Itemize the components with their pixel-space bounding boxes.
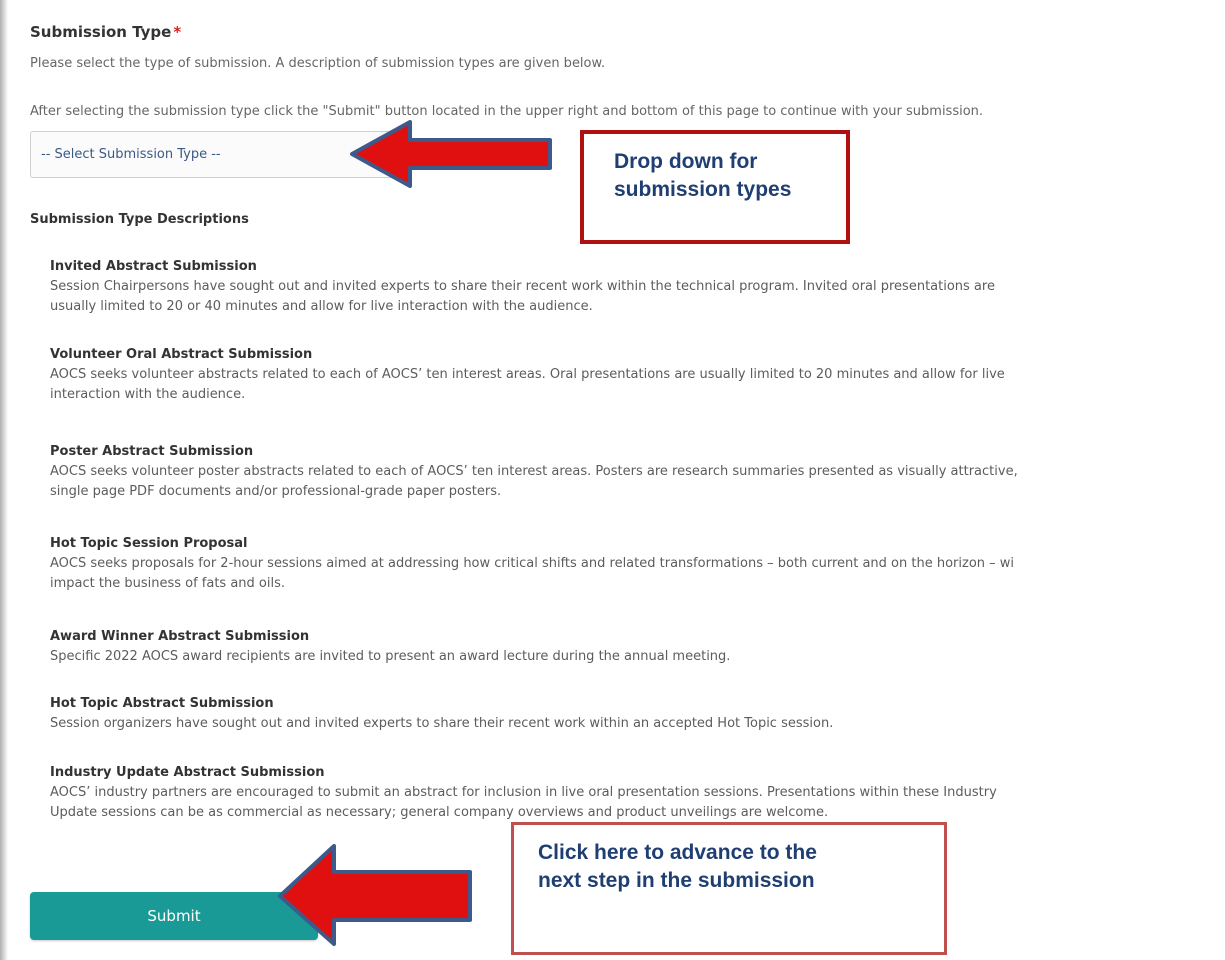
left-arrow-icon: [350, 120, 552, 188]
description-text: AOCS seeks volunteer poster abstracts re…: [50, 464, 1018, 479]
description-text: AOCS’ industry partners are encouraged t…: [50, 785, 997, 800]
description-item-volunteer-oral: Volunteer Oral Abstract Submission AOCS …: [50, 345, 1225, 405]
callout-text: next step in the submission: [538, 869, 815, 892]
dropdown-arrow-annotation: [350, 120, 552, 188]
description-title: Industry Update Abstract Submission: [50, 765, 325, 780]
description-item-hot-topic-abstract: Hot Topic Abstract Submission Session or…: [50, 694, 1225, 734]
help-text-submit: After selecting the submission type clic…: [30, 104, 984, 119]
description-item-poster: Poster Abstract Submission AOCS seeks vo…: [50, 442, 1225, 502]
page-left-edge: [0, 0, 8, 960]
left-arrow-icon: [278, 844, 472, 946]
description-text: usually limited to 20 or 40 minutes and …: [50, 299, 593, 314]
description-text: interaction with the audience.: [50, 387, 246, 402]
description-text: single page PDF documents and/or profess…: [50, 484, 502, 499]
select-value: -- Select Submission Type --: [41, 147, 221, 162]
description-text: Session Chairpersons have sought out and…: [50, 279, 995, 294]
submit-callout: Click here to advance to the next step i…: [511, 822, 947, 955]
submit-button-label: Submit: [147, 907, 201, 925]
description-text: Update sessions can be as commercial as …: [50, 805, 829, 820]
description-title: Hot Topic Abstract Submission: [50, 696, 274, 711]
description-title: Poster Abstract Submission: [50, 444, 254, 459]
callout-text: submission types: [614, 178, 792, 201]
description-item-award-winner: Award Winner Abstract Submission Specifi…: [50, 627, 1225, 667]
description-title: Volunteer Oral Abstract Submission: [50, 347, 313, 362]
help-text-select: Please select the type of submission. A …: [30, 56, 606, 71]
description-text: Specific 2022 AOCS award recipients are …: [50, 649, 731, 664]
description-text: impact the business of fats and oils.: [50, 576, 286, 591]
description-item-industry-update: Industry Update Abstract Submission AOCS…: [50, 763, 1225, 823]
description-text: Session organizers have sought out and i…: [50, 716, 834, 731]
dropdown-callout: Drop down for submission types: [580, 130, 850, 244]
description-text: AOCS seeks volunteer abstracts related t…: [50, 367, 1005, 382]
descriptions-heading: Submission Type Descriptions: [30, 212, 249, 227]
callout-text: Click here to advance to the: [538, 841, 817, 864]
callout-text: Drop down for: [614, 150, 758, 173]
field-title: Submission Type *: [30, 23, 181, 41]
description-title: Invited Abstract Submission: [50, 259, 257, 274]
description-title: Hot Topic Session Proposal: [50, 536, 248, 551]
field-title-text: Submission Type: [30, 23, 172, 41]
description-text: AOCS seeks proposals for 2-hour sessions…: [50, 556, 1015, 571]
description-title: Award Winner Abstract Submission: [50, 629, 310, 644]
description-item-hot-topic-proposal: Hot Topic Session Proposal AOCS seeks pr…: [50, 534, 1225, 594]
description-item-invited-abstract: Invited Abstract Submission Session Chai…: [50, 257, 1225, 317]
submit-arrow-annotation: [278, 844, 472, 946]
required-marker: *: [173, 23, 182, 41]
